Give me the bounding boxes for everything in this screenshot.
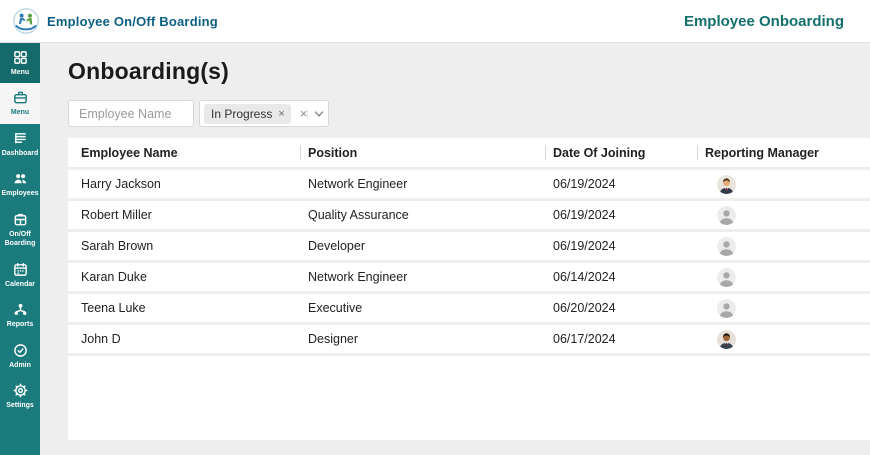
status-chip-label: In Progress [211,106,273,121]
employee-name-cell: Harry Jackson [81,177,161,191]
sidebar-item-label: On/Off Boarding [4,230,36,248]
clock-icon [13,343,28,358]
column-header-employee-name: Employee Name [81,145,178,160]
sidebar-item-employees[interactable]: Employees [0,164,40,204]
employee-name-cell: Teena Luke [81,301,146,315]
reporting-manager-cell [697,170,870,198]
clear-filter-icon[interactable]: × [300,107,308,120]
column-header-position: Position [300,138,545,167]
chip-remove-icon[interactable]: × [278,108,284,120]
sidebar-item-dashboard[interactable]: Dashboard [0,124,40,164]
grid-icon [13,50,28,65]
reporting-manager-cell [697,294,870,322]
employee-name-cell: Sarah Brown [81,239,154,253]
section-title: Onboarding(s) [68,58,230,84]
date-of-joining-cell: 06/20/2024 [553,301,616,315]
table-row[interactable]: Karan Duke Network Engineer 06/14/2024 [68,263,870,294]
table-row[interactable]: Robert Miller Quality Assurance 06/19/2024 [68,201,870,232]
sidebar-item-calendar[interactable]: Calendar [0,255,40,295]
page-title: Employee Onboarding [683,12,844,30]
sidebar-item-label: Calendar [5,280,35,288]
reporting-manager-avatar [717,298,736,318]
filter-bar: In Progress × × [68,100,329,127]
onboarding-table: Employee Name Position Date Of Joining Repo… [68,138,870,440]
table-header-row: Employee Name Position Date Of Joining Repo… [68,138,870,170]
sidebar-item-label: Menu [10,109,30,117]
reporting-manager-avatar [717,174,736,194]
table-row[interactable]: John D Designer 06/17/2024 [68,325,870,356]
column-header-date-of-joining: Date Of Joining [545,138,697,167]
gear-icon [13,383,28,398]
brand-title: Employee On/Off Boarding [47,13,218,29]
sidebar-item-on-off-boarding[interactable]: On/Off Boarding [0,205,40,255]
date-of-joining-cell: 06/17/2024 [553,332,616,346]
position-cell: Quality Assurance [308,208,409,222]
reporting-manager-avatar [717,236,736,256]
position-cell: Network Engineer [308,177,408,191]
table-row[interactable]: Sarah Brown Developer 06/19/2024 [68,232,870,263]
sidebar-item-reports[interactable]: Reports [0,295,40,335]
sidebar-item-menu[interactable]: Menu [0,43,40,84]
sidebar-item-label: Settings [6,401,34,409]
reporting-manager-cell [697,201,870,229]
sidebar-item-menu[interactable]: Menu [0,83,40,124]
table-row[interactable]: Harry Jackson Network Engineer 06/19/2024 [68,170,870,201]
app-header: Employee On/Off Boarding Employee Onboar… [0,0,870,43]
date-of-joining-cell: 06/19/2024 [553,208,616,222]
position-cell: Developer [308,239,365,253]
reporting-manager-avatar [717,329,736,349]
date-of-joining-cell: 06/19/2024 [553,239,616,253]
date-of-joining-cell: 06/19/2024 [553,177,616,191]
position-cell: Designer [308,332,359,346]
sidebar-item-label: Menu [10,69,30,76]
list-icon [13,131,28,146]
sidebar-item-label: Dashboard [1,149,39,157]
employee-name-cell: Karan Duke [81,270,148,284]
date-of-joining-cell: 06/14/2024 [553,270,616,284]
app-logo-icon [13,8,39,34]
boarding-icon [13,212,28,227]
sidebar-item-label: Employees [1,190,39,198]
employee-name-cell: John D [81,332,121,346]
chevron-down-icon[interactable] [307,108,324,119]
table-body: Harry Jackson Network Engineer 06/19/2024 R… [68,170,870,356]
status-chip: In Progress × [204,103,291,124]
column-header-reporting-manager: Reporting Manager [697,138,870,167]
status-filter-select[interactable]: In Progress × × [199,100,329,127]
sidebar-item-settings[interactable]: Settings [0,376,40,416]
sidebar-item-label: Admin [9,361,31,369]
sidebar: Menu Menu Dashboard Employees On/Off Boardin… [0,43,40,455]
main-content: Onboarding(s) In Progress × × Employee N… [40,43,870,455]
position-cell: Executive [308,301,363,315]
table-row[interactable]: Teena Luke Executive 06/20/2024 [68,294,870,325]
org-chart-icon [13,302,28,317]
position-cell: Network Engineer [308,270,408,284]
calendar-icon [13,262,28,277]
employee-name-cell: Robert Miller [81,208,152,222]
employee-name-input[interactable] [68,100,194,127]
sidebar-item-label: Reports [6,321,34,329]
reporting-manager-cell [697,232,870,260]
sidebar-item-admin[interactable]: Admin [0,336,40,376]
reporting-manager-avatar [717,267,736,287]
reporting-manager-avatar [717,205,736,225]
people-icon [13,171,28,186]
reporting-manager-cell [697,263,870,291]
briefcase-icon [13,90,28,105]
reporting-manager-cell [697,325,870,353]
